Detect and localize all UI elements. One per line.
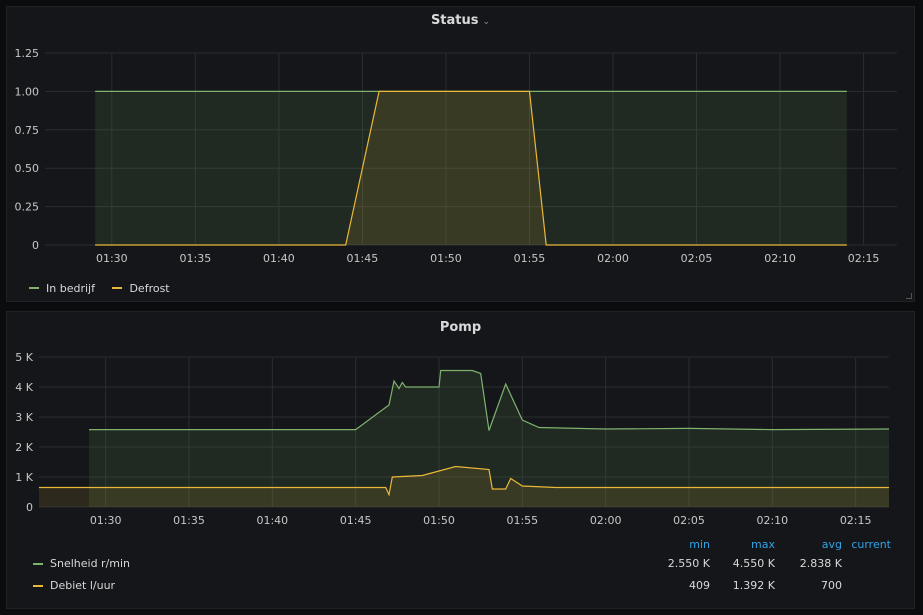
pomp-chart: 5 K 4 K 3 K 2 K 1 K 0 01:30 01:35 01:40 01:45 01:5…	[15, 351, 890, 527]
legend-row-snelheid[interactable]: Snelheid r/min	[33, 557, 130, 570]
y-tick-label: 0.75	[15, 124, 40, 137]
legend-item-in-bedrijf[interactable]: In bedrijf	[29, 282, 95, 295]
x-tick-label: 01:30	[96, 252, 128, 265]
legend-label: Debiet l/uur	[50, 579, 116, 592]
y-tick-label: 1 K	[15, 471, 33, 484]
stat-max: 4.550 K	[732, 557, 775, 570]
legend-item-defrost[interactable]: Defrost	[112, 281, 170, 295]
stat-avg: 700	[821, 579, 842, 592]
y-tick-label: 1.25	[15, 47, 40, 60]
x-tick-label: 02:10	[764, 252, 796, 265]
series-color-swatch	[29, 287, 39, 289]
legend-label: Snelheid r/min	[50, 557, 131, 570]
x-tick-label: 01:55	[506, 514, 538, 527]
x-tick-label: 01:45	[340, 514, 372, 527]
y-tick-label: 2 K	[15, 441, 33, 454]
series-line	[89, 369, 890, 431]
x-tick-label: 02:05	[681, 252, 713, 265]
status-legend: In bedrijf Defrost	[29, 279, 184, 295]
x-tick-label: 02:00	[590, 514, 622, 527]
x-tick-label: 01:30	[90, 514, 122, 527]
y-tick-label: 1.00	[15, 85, 40, 98]
resize-handle[interactable]	[906, 293, 912, 299]
legend-row-debiet[interactable]: Debiet l/uur	[33, 579, 115, 592]
y-tick-label: 0	[32, 239, 39, 252]
stat-max: 1.392 K	[732, 579, 775, 592]
stat-min: 2.550 K	[667, 557, 710, 570]
x-tick-label: 01:40	[256, 514, 288, 527]
x-tick-label: 02:10	[756, 514, 788, 527]
x-tick-label: 02:15	[840, 514, 872, 527]
x-tick-label: 01:40	[263, 252, 295, 265]
stat-min: 409	[689, 579, 710, 592]
x-tick-label: 01:35	[180, 252, 212, 265]
series-color-swatch	[33, 585, 43, 587]
x-tick-label: 01:50	[430, 252, 462, 265]
x-tick-label: 01:35	[173, 514, 205, 527]
x-tick-label: 02:00	[597, 252, 629, 265]
pomp-panel: Pomp 5 K4 K3 K2 K1 K 0 01:30 01:35 01:40 01:4…	[6, 311, 915, 609]
status-chart: 1.25 1.00 0.75 0.50 0.25 0 01:30 01:35 01:40 01:4…	[15, 47, 897, 265]
y-tick-label: 0	[26, 501, 33, 514]
legend-label: Defrost	[129, 281, 170, 295]
y-tick-label: 0.50	[15, 162, 40, 175]
legend-label: In bedrijf	[46, 281, 95, 295]
stat-header-current[interactable]: current	[831, 538, 891, 551]
y-tick-label: 0.25	[15, 201, 40, 214]
stat-avg: 2.838 K	[799, 557, 842, 570]
stat-header-min[interactable]: min	[650, 538, 710, 551]
x-tick-label: 02:15	[848, 252, 880, 265]
stat-header-max[interactable]: max	[715, 538, 775, 551]
x-tick-label: 01:50	[423, 514, 455, 527]
y-tick-label: 4 K	[15, 381, 33, 394]
x-tick-label: 01:45	[347, 252, 379, 265]
x-tick-label: 02:05	[673, 514, 705, 527]
series-color-swatch	[112, 287, 123, 289]
y-tick-label: 3 K	[15, 411, 33, 424]
y-tick-label: 5 K	[15, 351, 33, 364]
x-tick-label: 01:55	[514, 252, 546, 265]
status-panel: Status ⌄ 1.25 1.00 0.75 0.50 0.25 0 01:30 01:35 0…	[6, 6, 915, 302]
series-color-swatch	[33, 563, 43, 565]
